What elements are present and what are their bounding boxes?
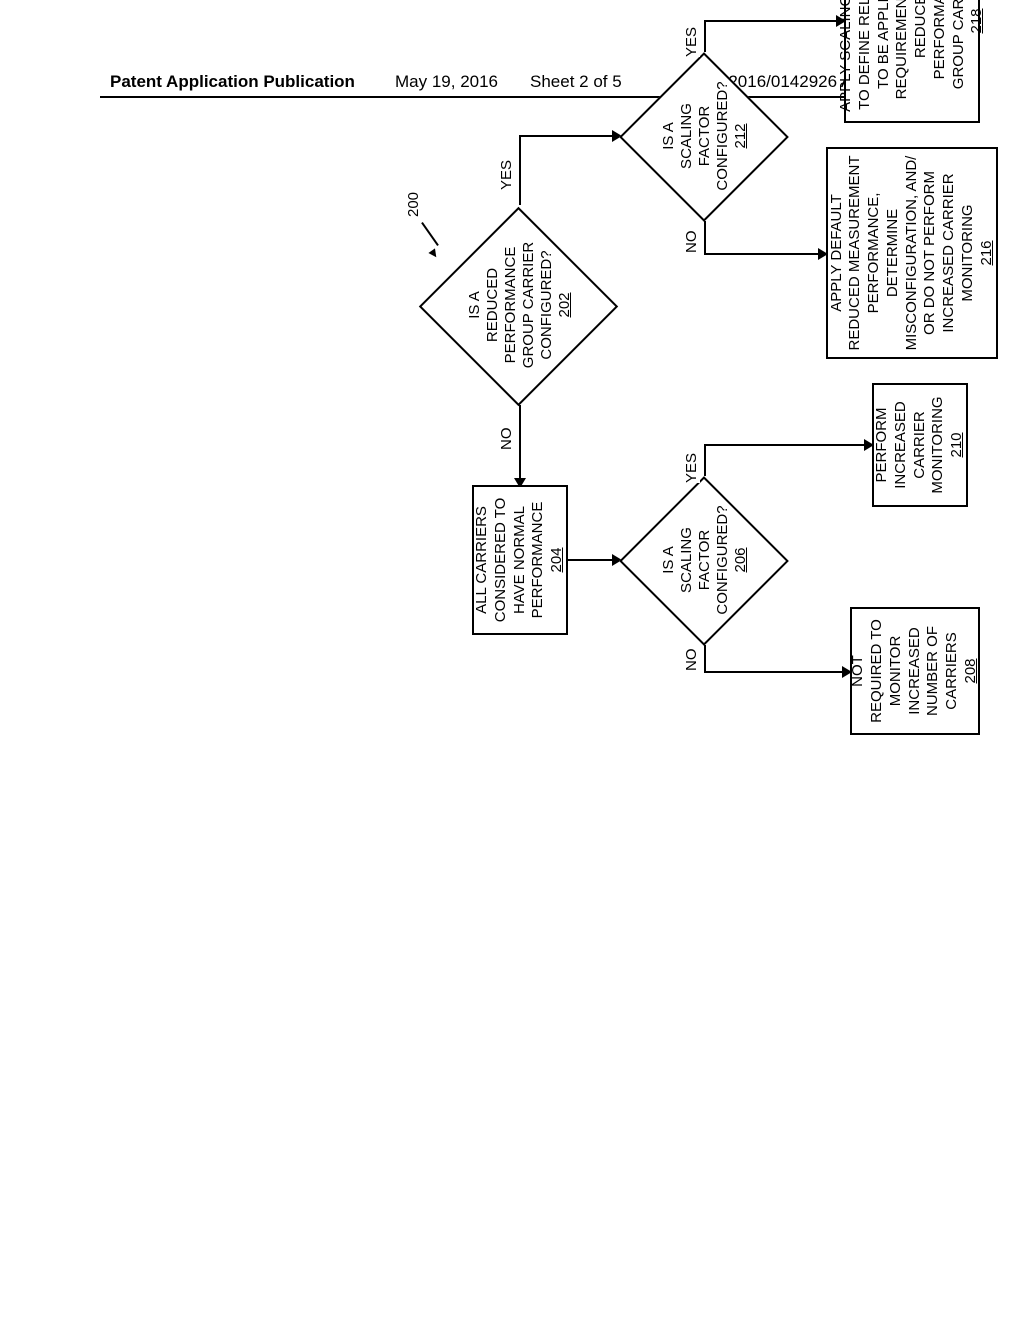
decision-202: IS A REDUCED PERFORMANCE GROUP CARRIER C… — [420, 205, 620, 405]
edge-206-210-h — [704, 446, 706, 476]
b216-ref: 216 — [978, 240, 997, 265]
edge-212-yes: YES — [683, 27, 700, 57]
process-204: ALL CARRIERS CONSIDERED TO HAVE NORMAL P… — [472, 485, 568, 635]
edge-202-212-v — [519, 135, 614, 137]
b216-l6: OR DO NOT PERFORM — [921, 171, 940, 335]
d206-l3: FACTOR — [696, 530, 714, 591]
b204-l4: PERFORMANCE — [529, 502, 548, 619]
b204-l3: HAVE NORMAL — [511, 506, 530, 614]
edge-206-208-h — [704, 645, 706, 673]
process-210: PERFORM INCREASED CARRIER MONITORING 210 — [872, 383, 968, 507]
edge-212-no: NO — [683, 231, 700, 254]
decision-206: IS A SCALING FACTOR CONFIGURED? 206 — [620, 475, 790, 645]
d202-l3: PERFORMANCE — [502, 247, 520, 364]
b208-l5: NUMBER OF — [924, 626, 943, 716]
d206-ref: 206 — [732, 547, 750, 572]
b218-l2: TO DEFINE RELAXATION — [856, 0, 875, 110]
b218-l5: REDUCED PERFORMANCE — [912, 0, 950, 115]
edge-202-no: NO — [498, 428, 515, 451]
d202-l2: REDUCED — [484, 268, 502, 342]
b218-l3: TO BE APPLIED TO — [875, 0, 894, 89]
edge-202-212-h — [519, 135, 521, 205]
b208-l2: REQUIRED TO — [868, 619, 887, 723]
d206-l2: SCALING — [678, 527, 696, 593]
b208-l3: MONITOR — [887, 636, 906, 707]
b210-l3: CARRIER — [911, 411, 930, 479]
b208-ref: 208 — [962, 658, 981, 683]
edge-212-216-v — [704, 253, 820, 255]
b208-l4: INCREASED — [906, 627, 925, 715]
figure-2-rotated: 200 IS A REDUCED PERFORMANCE GROUP CARRI… — [420, 595, 430, 605]
b218-l6: GROUP CARRIERS — [950, 0, 969, 89]
b208-l1: NOT — [849, 655, 868, 687]
b210-l2: INCREASED — [892, 401, 911, 489]
decision-212: IS A SCALING FACTOR CONFIGURED? 212 — [620, 51, 790, 221]
edge-212-218-v — [704, 20, 838, 22]
page: Patent Application Publication May 19, 2… — [0, 0, 1024, 1320]
b210-l1: PERFORM — [873, 408, 892, 483]
d206-l4: CONFIGURED? — [714, 505, 732, 614]
process-218: APPLY SCALING FACTOR TO DEFINE RELAXATIO… — [844, 0, 980, 123]
d202-l4: GROUP CARRIER — [520, 242, 538, 368]
b216-l7: INCREASED CARRIER — [940, 173, 959, 332]
d212-l4: CONFIGURED? — [714, 81, 732, 190]
flowchart-200: 200 IS A REDUCED PERFORMANCE GROUP CARRI… — [420, 0, 1024, 605]
edge-206-no: NO — [683, 649, 700, 672]
d206-l1: IS A — [660, 546, 678, 574]
edge-206-208-v — [704, 671, 844, 673]
b216-l8: MONITORING — [959, 204, 978, 301]
d202-l1: IS A — [466, 291, 484, 319]
b218-l4: REQUIREMENTS FOR — [893, 0, 912, 99]
d202-ref: 202 — [556, 292, 574, 317]
d212-l2: SCALING — [678, 103, 696, 169]
d202-l5: CONFIGURED? — [538, 250, 556, 359]
d212-l1: IS A — [660, 122, 678, 150]
b210-l4: MONITORING — [929, 396, 948, 493]
b208-l6: CARRIERS — [943, 632, 962, 710]
b204-l2: CONSIDERED TO — [492, 498, 511, 622]
d212-ref: 212 — [732, 123, 750, 148]
edge-202-yes: YES — [498, 160, 515, 190]
header-left: Patent Application Publication — [110, 72, 355, 92]
edge-204-206 — [568, 559, 614, 561]
edge-202-204 — [519, 405, 521, 480]
edge-212-218-h — [704, 22, 706, 52]
b216-l1: APPLY DEFAULT — [828, 194, 847, 312]
b204-ref: 204 — [548, 547, 567, 572]
edge-206-yes: YES — [683, 453, 700, 483]
d212-l3: FACTOR — [696, 106, 714, 167]
process-208: NOT REQUIRED TO MONITOR INCREASED NUMBER… — [850, 607, 980, 735]
b216-l5: MISCONFIGURATION, AND/ — [903, 156, 922, 351]
b216-l3: PERFORMANCE, — [865, 193, 884, 314]
b210-ref: 210 — [948, 432, 967, 457]
b204-l1: ALL CARRIERS — [473, 506, 492, 614]
b218-ref: 218 — [968, 8, 987, 33]
process-216: APPLY DEFAULT REDUCED MEASUREMENT PERFOR… — [826, 147, 998, 359]
b218-l1: APPLY SCALING FACTOR — [837, 0, 856, 112]
b216-l4: DETERMINE — [884, 209, 903, 297]
b216-l2: REDUCED MEASUREMENT — [846, 156, 865, 351]
edge-206-210-v — [704, 444, 866, 446]
edge-212-216-h — [704, 221, 706, 255]
